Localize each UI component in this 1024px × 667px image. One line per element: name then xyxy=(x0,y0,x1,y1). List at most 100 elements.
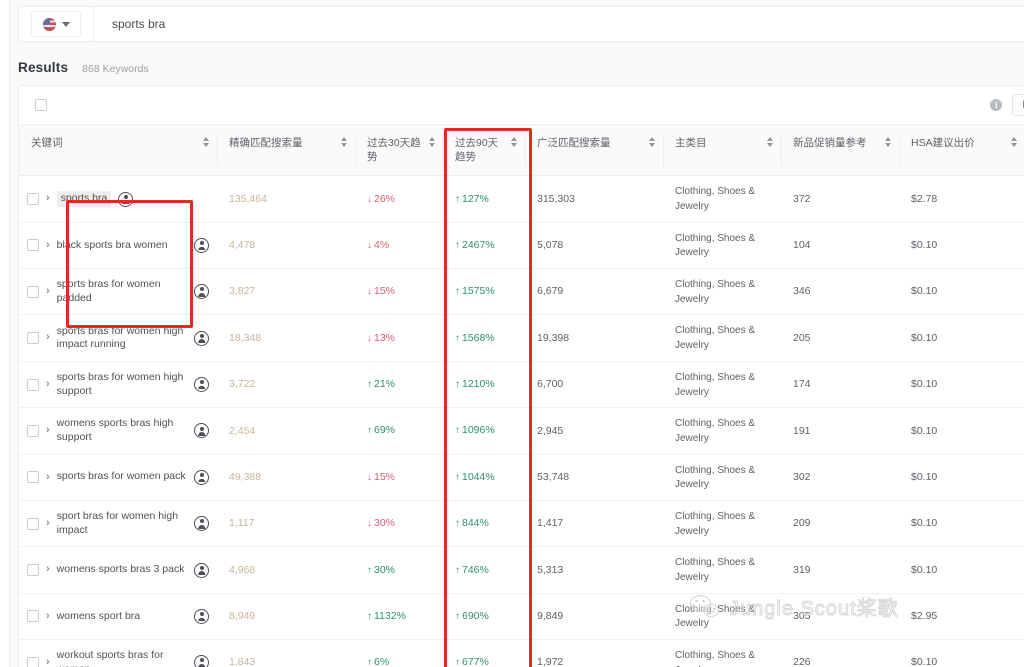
table-row[interactable]: ›womens sport bra8,949↑1132%↑690%9,849Cl… xyxy=(19,593,1024,639)
trend-30d-value: ↓15% xyxy=(367,471,395,483)
chevron-right-icon[interactable]: › xyxy=(46,238,50,253)
cell-promo-units: 226 xyxy=(781,640,899,667)
trend-90d-value: ↑2467% xyxy=(455,239,495,251)
amazon-product-icon[interactable] xyxy=(194,331,209,346)
row-checkbox[interactable] xyxy=(27,471,39,483)
amazon-product-icon[interactable] xyxy=(118,192,133,207)
sort-icon-broad-volume[interactable] xyxy=(649,137,655,147)
promo-units-value: 319 xyxy=(793,564,811,576)
chevron-right-icon[interactable]: › xyxy=(46,377,50,392)
sort-icon-keyword[interactable] xyxy=(203,137,209,147)
column-header-exact-volume[interactable]: 精确匹配搜索量 xyxy=(217,125,355,176)
keyword-text: womens sports bras 3 pack xyxy=(57,563,187,577)
search-input[interactable] xyxy=(110,12,1013,36)
table-row[interactable]: ›sports bras for women pack49,388↓15%↑10… xyxy=(19,454,1024,500)
sort-icon-trend-30d[interactable] xyxy=(429,137,435,147)
amazon-product-icon[interactable] xyxy=(194,516,209,531)
table-row[interactable]: ›workout sports bras for women1,843↑6%↑6… xyxy=(19,640,1024,667)
chevron-right-icon[interactable]: › xyxy=(46,191,50,206)
table-row[interactable]: ›womens sports bras high support2,454↑69… xyxy=(19,408,1024,454)
chevron-right-icon[interactable]: › xyxy=(46,562,50,577)
column-label-category: 主类目 xyxy=(675,136,707,150)
column-header-category[interactable]: 主类目 xyxy=(663,125,781,176)
cell-category: Clothing, Shoes & Jewelry xyxy=(663,361,781,407)
broad-volume-value: 1,417 xyxy=(537,517,563,529)
trend-90d-value: ↑1210% xyxy=(455,378,495,390)
row-checkbox[interactable] xyxy=(27,379,39,391)
row-checkbox[interactable] xyxy=(27,239,39,251)
cell-broad-volume: 53,748 xyxy=(525,454,663,500)
cell-hsa-bid: $0.10 xyxy=(899,408,1024,454)
sort-icon-exact-volume[interactable] xyxy=(341,137,347,147)
results-title: Results xyxy=(18,60,68,75)
table-row[interactable]: ›sport bras for women high impact1,117↓3… xyxy=(19,500,1024,546)
cell-exact-volume: 49,388 xyxy=(217,454,355,500)
chevron-right-icon[interactable]: › xyxy=(46,609,50,624)
exact-volume-value: 3,827 xyxy=(229,285,255,297)
table-header-row: 关键词 精确匹配搜索量 过去30天趋势 xyxy=(19,125,1024,176)
table-row[interactable]: ›sports bra135,464↓26%↑127%315,303Clothi… xyxy=(19,176,1024,222)
amazon-product-icon[interactable] xyxy=(194,284,209,299)
cell-trend-30d: ↓15% xyxy=(355,269,443,315)
column-header-trend-30d[interactable]: 过去30天趋势 xyxy=(355,125,443,176)
hsa-bid-value: $0.10 xyxy=(911,517,937,529)
row-checkbox[interactable] xyxy=(27,610,39,622)
chevron-right-icon[interactable]: › xyxy=(46,470,50,485)
info-icon[interactable]: i xyxy=(990,99,1002,111)
column-label-trend-30d: 过去30天趋势 xyxy=(367,136,425,164)
row-checkbox[interactable] xyxy=(27,332,39,344)
row-checkbox[interactable] xyxy=(27,286,39,298)
chevron-right-icon[interactable]: › xyxy=(46,423,50,438)
cell-trend-30d: ↓15% xyxy=(355,454,443,500)
column-header-keyword[interactable]: 关键词 xyxy=(19,125,217,176)
cell-exact-volume: 1,843 xyxy=(217,640,355,667)
keywords-table: 关键词 精确匹配搜索量 过去30天趋势 xyxy=(19,125,1024,667)
row-checkbox[interactable] xyxy=(27,193,39,205)
amazon-product-icon[interactable] xyxy=(194,563,209,578)
column-header-broad-volume[interactable]: 广泛匹配搜索量 xyxy=(525,125,663,176)
sort-icon-trend-90d[interactable] xyxy=(511,137,517,147)
chevron-right-icon[interactable]: › xyxy=(46,284,50,299)
row-checkbox[interactable] xyxy=(27,657,39,667)
cell-promo-units: 209 xyxy=(781,500,899,546)
table-row[interactable]: ›sports bras for women high support3,722… xyxy=(19,361,1024,407)
country-selector[interactable] xyxy=(31,11,81,37)
select-all-checkbox[interactable] xyxy=(35,99,47,111)
hsa-bid-value: $0.10 xyxy=(911,239,937,251)
keyword-text: black sports bra women xyxy=(57,239,187,253)
cell-promo-units: 104 xyxy=(781,222,899,268)
amazon-product-icon[interactable] xyxy=(194,470,209,485)
table-row[interactable]: ›womens sports bras 3 pack4,968↑30%↑746%… xyxy=(19,547,1024,593)
column-header-hsa-bid[interactable]: HSA建议出价 xyxy=(899,125,1024,176)
table-row[interactable]: ›black sports bra women4,478↓4%↑2467%5,0… xyxy=(19,222,1024,268)
table-row[interactable]: ›sports bras for women padded3,827↓15%↑1… xyxy=(19,269,1024,315)
column-header-trend-90d[interactable]: 过去90天趋势 xyxy=(443,125,525,176)
cell-trend-30d: ↓13% xyxy=(355,315,443,361)
sort-icon-hsa-bid[interactable] xyxy=(1011,137,1017,147)
column-header-promo-units[interactable]: 新品促销量参考 xyxy=(781,125,899,176)
trend-30d-value: ↑30% xyxy=(367,564,395,576)
trend-30d-value: ↓15% xyxy=(367,285,395,297)
table-row[interactable]: ›sports bras for women high impact runni… xyxy=(19,315,1024,361)
column-divider xyxy=(899,134,900,166)
filter-button[interactable]: Filt xyxy=(1012,94,1024,116)
chevron-right-icon[interactable]: › xyxy=(46,655,50,667)
sort-icon-promo-units[interactable] xyxy=(885,137,891,147)
row-checkbox[interactable] xyxy=(27,564,39,576)
amazon-product-icon[interactable] xyxy=(194,655,209,667)
sort-icon-category[interactable] xyxy=(767,137,773,147)
category-value: Clothing, Shoes & Jewelry xyxy=(675,465,755,491)
chevron-right-icon[interactable]: › xyxy=(46,330,50,345)
chevron-right-icon[interactable]: › xyxy=(46,516,50,531)
exact-volume-value: 3,722 xyxy=(229,378,255,390)
column-label-exact-volume: 精确匹配搜索量 xyxy=(229,136,303,150)
row-checkbox[interactable] xyxy=(27,425,39,437)
cell-promo-units: 319 xyxy=(781,547,899,593)
row-checkbox[interactable] xyxy=(27,518,39,530)
results-card: i Filt 关键词 xyxy=(18,85,1024,667)
amazon-product-icon[interactable] xyxy=(194,423,209,438)
amazon-product-icon[interactable] xyxy=(194,238,209,253)
amazon-product-icon[interactable] xyxy=(194,377,209,392)
amazon-product-icon[interactable] xyxy=(194,609,209,624)
hsa-bid-value: $2.78 xyxy=(911,193,937,205)
